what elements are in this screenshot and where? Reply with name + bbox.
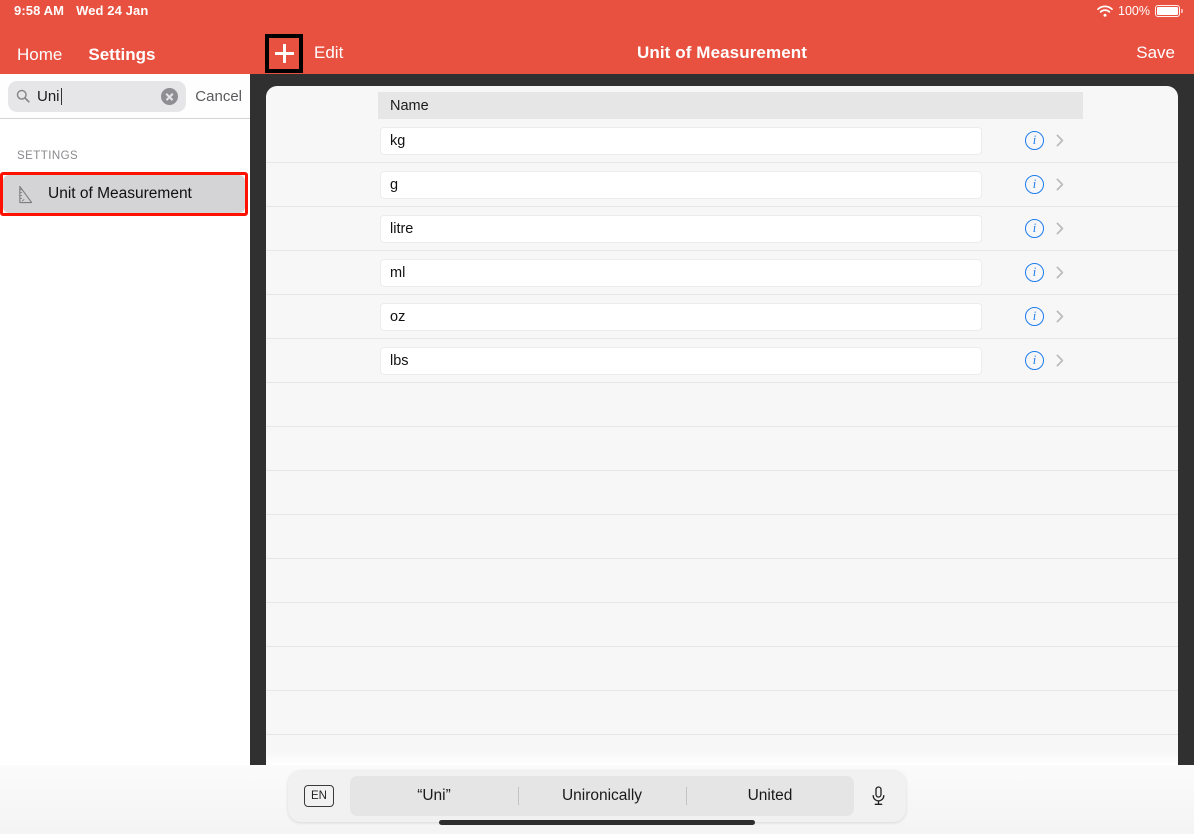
- battery-percent-label: 100%: [1118, 4, 1150, 18]
- sidebar-item-label: Unit of Measurement: [48, 185, 192, 202]
- sidebar-title: Settings: [88, 45, 156, 64]
- save-button[interactable]: Save: [1136, 43, 1175, 63]
- unit-rows: kg i g i litre i ml i oz i lbs i: [266, 119, 1178, 765]
- screen-root: 9:58 AM Wed 24 Jan Home Settings Uni Canc…: [0, 0, 1194, 834]
- unit-name-input[interactable]: lbs: [380, 346, 982, 375]
- page-title: Unit of Measurement: [636, 43, 808, 62]
- card-bottom-fade: [266, 751, 1178, 765]
- table-row: litre i: [266, 207, 1178, 251]
- table-row-empty: [266, 383, 1178, 427]
- clear-search-icon[interactable]: [161, 87, 179, 105]
- cancel-search-button[interactable]: Cancel: [195, 88, 242, 105]
- status-bar-right: 100%: [1097, 4, 1183, 18]
- keyboard-suggestion[interactable]: United: [686, 787, 854, 805]
- wifi-icon: [1097, 5, 1113, 17]
- status-time: 9:58 AM: [14, 3, 65, 18]
- chevron-right-icon[interactable]: [1056, 134, 1064, 147]
- suggestion-strip: “Uni” Unironically United: [350, 776, 854, 816]
- search-input[interactable]: Uni: [8, 80, 187, 112]
- info-circle-icon[interactable]: i: [1025, 175, 1044, 194]
- home-indicator: [439, 820, 755, 825]
- unit-name-input[interactable]: oz: [380, 302, 982, 331]
- table-row-empty: [266, 471, 1178, 515]
- detail-topbar: 100% Edit Unit of Measurement Save: [250, 0, 1194, 74]
- detail-toolbar: Edit Unit of Measurement Save: [250, 34, 1194, 74]
- table-row: gi: [266, 163, 1178, 207]
- language-key[interactable]: EN: [304, 785, 334, 807]
- table-row-empty: [266, 647, 1178, 691]
- keyboard-suggestion[interactable]: “Uni”: [350, 787, 518, 805]
- keyboard-area: EN “Uni” Unironically United: [0, 765, 1194, 834]
- table-row-empty: [266, 559, 1178, 603]
- ruler-triangle-icon: [19, 185, 33, 203]
- sidebar-item-unit-of-measurement[interactable]: Unit of Measurement: [3, 175, 245, 213]
- keyboard-suggestion[interactable]: Unironically: [518, 787, 686, 805]
- info-circle-icon[interactable]: i: [1025, 351, 1044, 370]
- settings-sidebar: 9:58 AM Wed 24 Jan Home Settings Uni Canc…: [0, 0, 250, 765]
- status-date: Wed 24 Jan: [76, 3, 149, 18]
- sidebar-header: 9:58 AM Wed 24 Jan Home Settings: [0, 0, 250, 74]
- sidebar-divider: [0, 118, 250, 119]
- microphone-icon: [872, 785, 884, 805]
- table-row: lbs i: [266, 339, 1178, 383]
- table-row: kg i: [266, 119, 1178, 163]
- table-row-empty: [266, 515, 1178, 559]
- chevron-right-icon[interactable]: [1056, 310, 1064, 323]
- info-circle-icon[interactable]: i: [1025, 131, 1044, 150]
- chevron-right-icon[interactable]: [1056, 354, 1064, 367]
- keyboard-suggestion-bar: EN “Uni” Unironically United: [288, 770, 906, 822]
- table-row: oz i: [266, 295, 1178, 339]
- dictation-button[interactable]: [862, 785, 894, 807]
- unit-list-card: Name kg i g i litre i ml i oz i lbs i: [266, 86, 1178, 765]
- chevron-right-icon[interactable]: [1056, 178, 1064, 191]
- sidebar-nav-bar: Home Settings: [0, 36, 250, 74]
- table-header-row: Name: [378, 92, 1083, 119]
- table-row-empty: [266, 691, 1178, 735]
- unit-name-input[interactable]: ml: [380, 258, 982, 287]
- search-bar-row: Uni Cancel: [0, 74, 250, 118]
- unit-name-input[interactable]: kg: [380, 126, 982, 155]
- info-circle-icon[interactable]: i: [1025, 219, 1044, 238]
- home-back-button[interactable]: Home: [17, 45, 62, 65]
- chevron-right-icon[interactable]: [1056, 222, 1064, 235]
- table-row-empty: [266, 603, 1178, 647]
- chevron-right-icon[interactable]: [1056, 266, 1064, 279]
- unit-name-input[interactable]: litre: [380, 214, 982, 243]
- battery-icon: [1155, 5, 1183, 17]
- search-input-value: Uni: [37, 87, 161, 105]
- table-row-empty: [266, 427, 1178, 471]
- status-bar-left: 9:58 AM Wed 24 Jan: [14, 3, 148, 18]
- unit-name-input[interactable]: g: [380, 170, 982, 199]
- table-row: ml i: [266, 251, 1178, 295]
- sidebar-section-label: SETTINGS: [17, 150, 79, 162]
- text-caret: [60, 87, 63, 105]
- info-circle-icon[interactable]: i: [1025, 307, 1044, 326]
- info-circle-icon[interactable]: i: [1025, 263, 1044, 282]
- column-header-name: Name: [390, 97, 429, 114]
- search-icon: [16, 89, 30, 103]
